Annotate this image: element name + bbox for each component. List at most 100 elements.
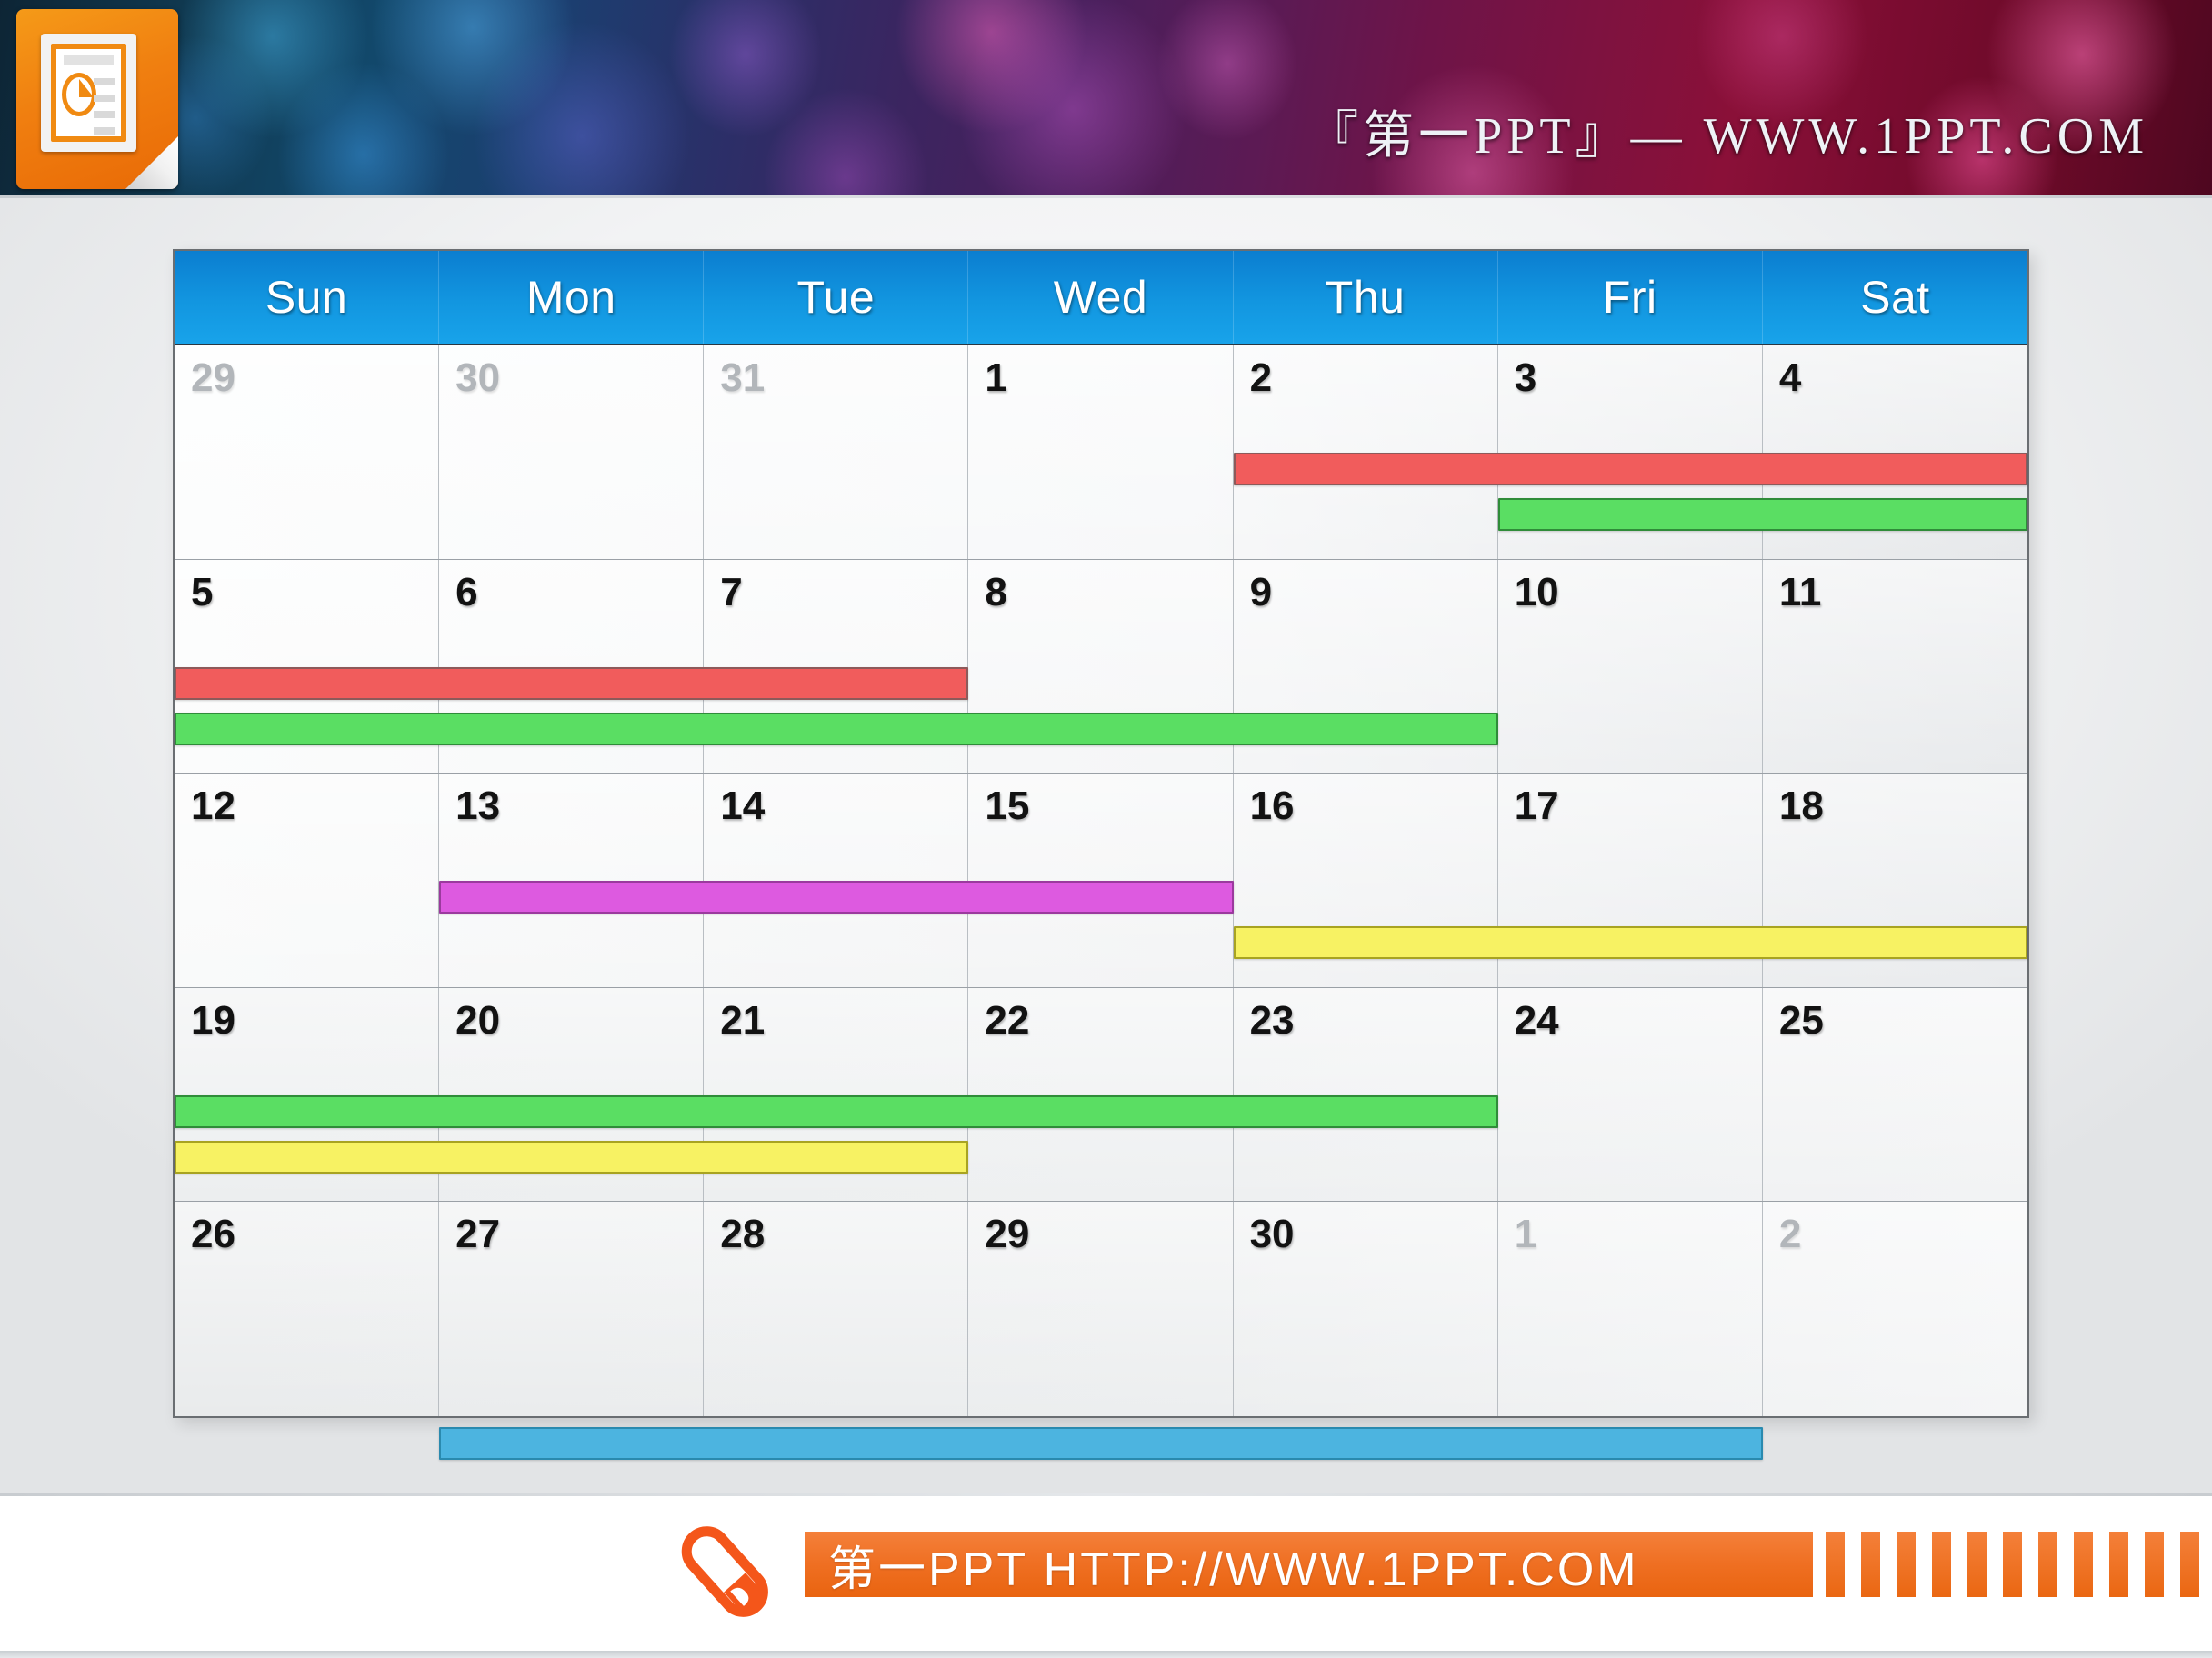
powerpoint-icon-bullet-line [94,78,115,85]
day-number: 1 [1514,1212,1537,1257]
banner-brand-cjk: 『第一PPT』 [1307,108,1631,165]
footer-stripe [2003,1532,2022,1597]
footer-url-banner: 第一PPT HTTP://WWW.1PPT.COM [805,1532,1813,1597]
banner-brand-url: WWW.1PPT.COM [1703,108,2148,165]
day-header-tue: Tue [704,251,969,344]
powerpoint-icon-bullet-line [94,95,115,102]
calendar-day-cell[interactable]: 27 [439,1202,705,1416]
day-header-sun: Sun [175,251,440,344]
footer-stripe [2074,1532,2093,1597]
day-number: 10 [1514,569,1559,614]
day-number: 7 [720,569,743,614]
calendar-body: 29 30 31 1 2 3 4 5 6 7 8 9 10 11 12 13 14 15 16 17 18 19 20 21 2… [175,345,2027,1461]
day-number: 19 [191,997,235,1043]
day-number: 2 [1249,355,1273,400]
day-number: 24 [1514,997,1559,1043]
footer-stripe [1897,1532,1916,1597]
calendar-header-row: Sun Mon Tue Wed Thu Fri Sat [175,251,2027,345]
calendar-week-row: 19 20 21 22 23 24 25 [175,987,2027,1203]
day-number: 11 [1778,569,1822,614]
day-header-thu: Thu [1234,251,1498,344]
calendar: Sun Mon Tue Wed Thu Fri Sat 29 30 31 1 2 3 4 5 6… [173,249,2029,1461]
powerpoint-icon-pie-chart [62,73,96,116]
event-bar-green[interactable] [175,1094,1498,1128]
day-number: 5 [191,569,214,614]
day-number: 26 [191,1212,235,1257]
calendar-day-cell[interactable]: 28 [704,1202,969,1416]
calendar-day-cell[interactable]: 25 [1762,987,2027,1202]
footer-stripe [1967,1532,1987,1597]
powerpoint-icon-bullet-line [94,127,115,135]
calendar-day-cell[interactable]: 29 [968,1202,1234,1416]
day-number: 12 [191,784,235,829]
calendar-day-cell[interactable]: 30 [1233,1202,1498,1416]
footer-top-divider [0,1493,2212,1496]
event-bar-magenta[interactable] [439,881,1234,914]
day-number: 6 [455,569,478,614]
day-number: 31 [720,355,766,400]
calendar-day-cell[interactable]: 1 [968,345,1234,559]
footer-stripe [1861,1532,1880,1597]
day-number: 30 [1249,1212,1295,1257]
footer-stripe [1826,1532,1845,1597]
calendar-day-cell[interactable]: 31 [704,345,969,559]
calendar-day-cell[interactable]: 24 [1497,987,1763,1202]
day-number: 15 [985,784,1030,829]
top-banner: 『第一PPT』— WWW.1PPT.COM [0,0,2212,198]
event-bar-yellow[interactable] [175,1140,969,1174]
day-number: 3 [1514,355,1537,400]
calendar-week-row: 12 13 14 15 16 17 18 [175,774,2027,988]
day-number: 14 [720,784,766,829]
day-number: 8 [985,569,1007,614]
pencil-icon [681,1526,768,1617]
event-bar-green[interactable] [1497,498,2027,531]
day-header-mon: Mon [439,251,705,344]
footer-stripe [2180,1532,2199,1597]
banner-brand-dash: — [1630,108,1687,165]
powerpoint-icon-sheet [41,34,136,152]
day-number: 30 [455,355,501,400]
calendar-day-cell[interactable]: 1 [1497,1202,1763,1416]
footer-url-text: 第一PPT HTTP://WWW.1PPT.COM [828,1543,1639,1596]
day-number: 2 [1778,1212,1802,1257]
calendar-week-row: 26 27 28 29 30 1 2 [175,1202,2027,1461]
day-number: 4 [1778,355,1802,400]
day-number: 29 [985,1212,1030,1257]
powerpoint-icon-bullet-line [94,111,115,118]
event-bar-green[interactable] [175,712,1498,745]
event-bar-red[interactable] [175,666,969,700]
day-number: 29 [191,355,235,400]
event-bar-red[interactable] [1233,453,2027,485]
day-number: 28 [720,1212,766,1257]
calendar-day-cell[interactable]: 2 [1762,1202,2027,1416]
day-number: 9 [1249,569,1273,614]
powerpoint-icon-slide [51,44,126,142]
day-number: 20 [455,997,501,1043]
powerpoint-icon [16,9,178,189]
day-number: 17 [1514,784,1559,829]
day-number: 18 [1778,784,1824,829]
day-header-wed: Wed [968,251,1234,344]
calendar-week-row: 29 30 31 1 2 3 4 [175,345,2027,560]
footer-stripe [2038,1532,2057,1597]
event-bar-blue[interactable] [439,1427,1763,1461]
day-number: 21 [720,997,766,1043]
footer-stripe [1932,1532,1951,1597]
calendar-day-cell[interactable]: 29 [175,345,440,559]
calendar-day-cell[interactable]: 30 [439,345,705,559]
footer-stripe [2109,1532,2128,1597]
calendar-day-cell[interactable]: 11 [1762,559,2027,774]
banner-brand-text: 『第一PPT』— WWW.1PPT.COM [1307,95,2148,168]
calendar-day-cell[interactable]: 26 [175,1202,440,1416]
day-number: 23 [1249,997,1295,1043]
footer-stripe-group [1826,1532,2212,1597]
day-header-sat: Sat [1860,272,1930,323]
event-bar-yellow[interactable] [1233,926,2027,960]
day-number: 27 [455,1212,501,1257]
calendar-day-cell[interactable]: 10 [1497,559,1763,774]
footer-bottom-divider [0,1651,2212,1658]
calendar-day-cell[interactable]: 12 [175,774,440,987]
day-number: 16 [1249,784,1295,829]
day-number: 25 [1778,997,1824,1043]
day-number: 13 [455,784,501,829]
